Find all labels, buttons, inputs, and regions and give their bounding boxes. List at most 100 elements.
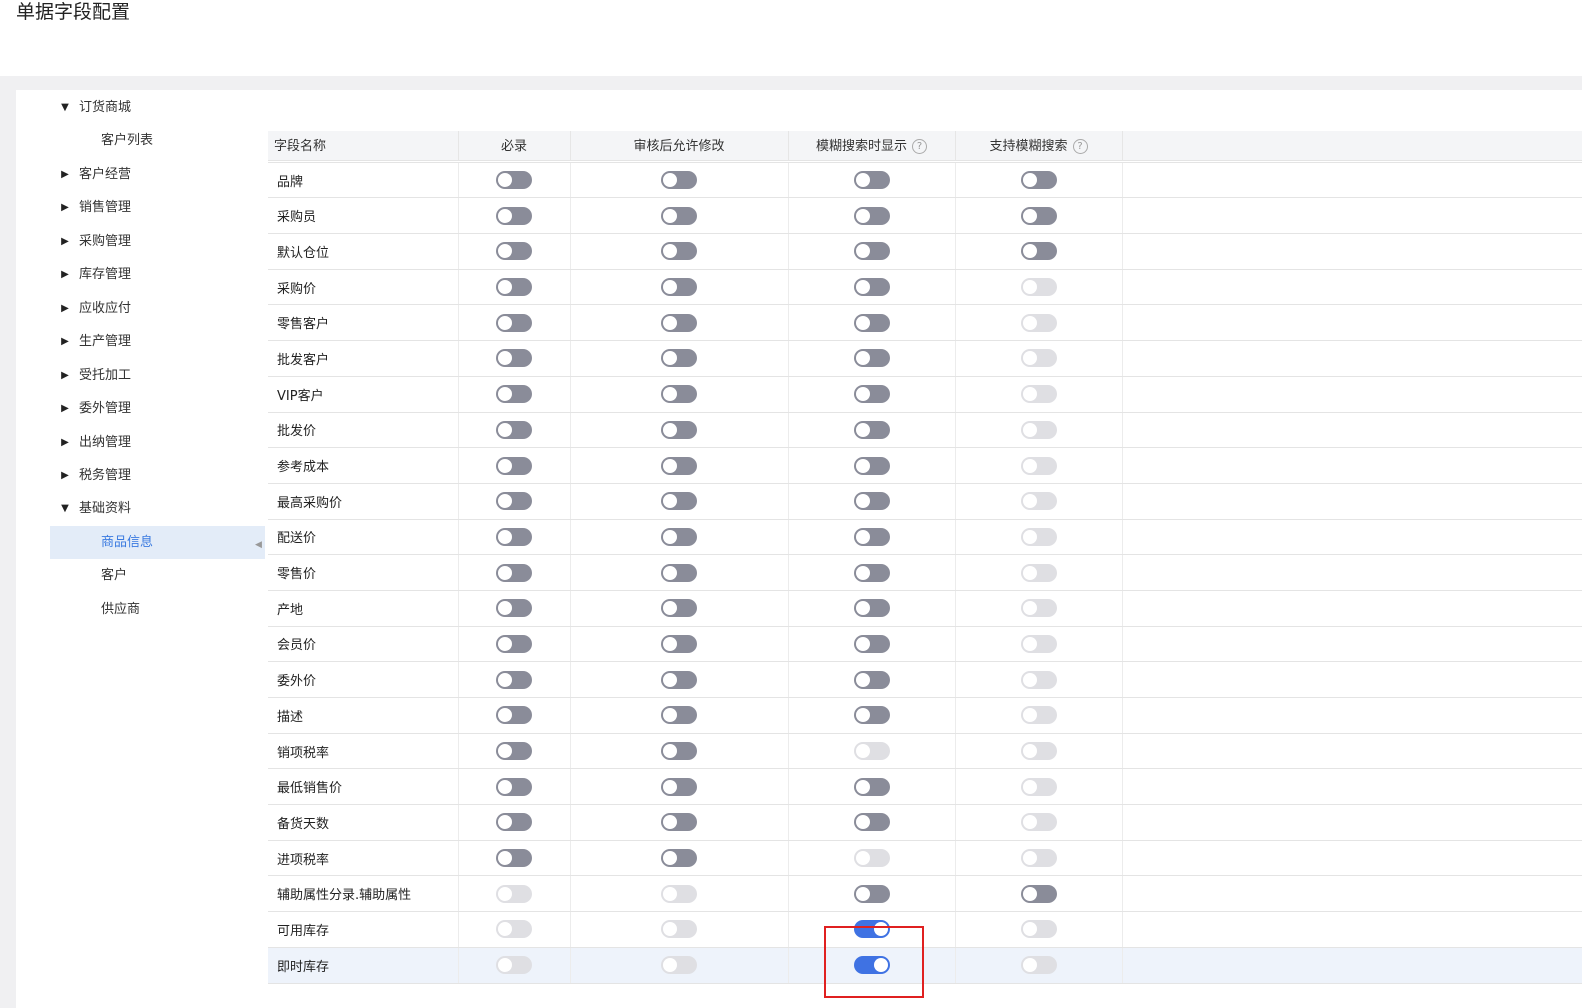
edit-after-audit-toggle[interactable] [661, 206, 697, 225]
required-toggle-cell [458, 769, 570, 804]
show-in-fuzzy-toggle[interactable] [853, 313, 890, 332]
caret-right-icon[interactable]: ▶ [59, 426, 71, 459]
show-in-fuzzy-toggle[interactable] [853, 420, 890, 439]
required-toggle[interactable] [496, 742, 532, 761]
required-toggle[interactable] [496, 849, 532, 868]
table-row: 进项税率 [268, 840, 1582, 877]
show-in-fuzzy-toggle[interactable] [853, 385, 890, 404]
edit-after-audit-toggle[interactable] [661, 777, 697, 796]
edit-after-audit-toggle[interactable] [661, 634, 697, 653]
show-in-fuzzy-toggle[interactable] [853, 349, 890, 368]
show-in-fuzzy-toggle[interactable] [853, 242, 890, 261]
caret-right-icon[interactable]: ▶ [59, 225, 71, 258]
required-toggle-cell [458, 234, 570, 269]
support-fuzzy-toggle [1020, 420, 1057, 439]
show-in-fuzzy-toggle[interactable] [853, 278, 890, 297]
required-toggle[interactable] [496, 171, 532, 190]
support-fuzzy-toggle-cell [955, 413, 1122, 448]
required-toggle[interactable] [496, 349, 532, 368]
sidebar-item-label: 客户列表 [101, 133, 154, 149]
show-in-fuzzy-toggle[interactable] [853, 206, 890, 225]
support-fuzzy-toggle[interactable] [1020, 242, 1057, 261]
required-toggle[interactable] [496, 206, 532, 225]
show-in-fuzzy-toggle[interactable] [853, 634, 890, 653]
page-header: 单据字段配置 [0, 0, 1582, 76]
help-icon[interactable]: ? [912, 139, 927, 154]
caret-right-icon[interactable]: ▶ [59, 158, 71, 191]
required-toggle-cell [458, 912, 570, 947]
show-in-fuzzy-toggle[interactable] [853, 599, 890, 618]
edit-after-audit-toggle[interactable] [661, 599, 697, 618]
edit-after-audit-toggle[interactable] [661, 742, 697, 761]
required-toggle-cell [458, 591, 570, 626]
support-fuzzy-toggle [1020, 278, 1057, 297]
required-toggle[interactable] [496, 242, 532, 261]
edit-after-audit-toggle-cell [570, 163, 788, 198]
required-toggle[interactable] [496, 313, 532, 332]
show-in-fuzzy-toggle[interactable] [853, 813, 890, 832]
show-in-fuzzy-toggle[interactable] [853, 884, 890, 903]
required-toggle[interactable] [496, 813, 532, 832]
edit-after-audit-toggle-cell [570, 662, 788, 697]
edit-after-audit-toggle[interactable] [661, 349, 697, 368]
caret-right-icon[interactable]: ▶ [59, 392, 71, 425]
caret-down-icon[interactable]: ▼ [59, 91, 71, 124]
required-toggle[interactable] [496, 563, 532, 582]
show-in-fuzzy-toggle[interactable] [853, 777, 890, 796]
show-in-fuzzy-toggle[interactable] [853, 563, 890, 582]
required-toggle[interactable] [496, 278, 532, 297]
edit-after-audit-toggle[interactable] [661, 242, 697, 261]
required-toggle[interactable] [496, 706, 532, 725]
show-in-fuzzy-toggle[interactable] [853, 492, 890, 511]
edit-after-audit-toggle[interactable] [661, 670, 697, 689]
support-fuzzy-toggle[interactable] [1020, 171, 1057, 190]
caret-right-icon[interactable]: ▶ [59, 292, 71, 325]
table-row: VIP客户 [268, 376, 1582, 413]
edit-after-audit-toggle-cell [570, 805, 788, 840]
show-in-fuzzy-toggle-cell [788, 591, 955, 626]
show-in-fuzzy-toggle [853, 849, 890, 868]
support-fuzzy-toggle[interactable] [1020, 206, 1057, 225]
required-toggle[interactable] [496, 670, 532, 689]
edit-after-audit-toggle[interactable] [661, 492, 697, 511]
show-in-fuzzy-toggle-cell [788, 341, 955, 376]
field-name: 描述 [277, 709, 304, 725]
show-in-fuzzy-toggle[interactable] [853, 527, 890, 546]
required-toggle-cell [458, 341, 570, 376]
edit-after-audit-toggle[interactable] [661, 385, 697, 404]
caret-right-icon[interactable]: ▶ [59, 459, 71, 492]
required-toggle[interactable] [496, 599, 532, 618]
required-toggle[interactable] [496, 777, 532, 796]
required-toggle[interactable] [496, 385, 532, 404]
required-toggle[interactable] [496, 634, 532, 653]
required-toggle[interactable] [496, 527, 532, 546]
support-fuzzy-toggle[interactable] [1020, 884, 1057, 903]
edit-after-audit-toggle[interactable] [661, 456, 697, 475]
caret-right-icon[interactable]: ▶ [59, 191, 71, 224]
sidebar-item[interactable]: 商品信息 [50, 525, 265, 559]
show-in-fuzzy-toggle[interactable] [853, 171, 890, 190]
show-in-fuzzy-toggle[interactable] [853, 670, 890, 689]
required-toggle[interactable] [496, 420, 532, 439]
support-fuzzy-toggle [1020, 956, 1057, 975]
required-toggle-cell [458, 555, 570, 590]
edit-after-audit-toggle[interactable] [661, 420, 697, 439]
edit-after-audit-toggle[interactable] [661, 849, 697, 868]
show-in-fuzzy-toggle[interactable] [853, 456, 890, 475]
edit-after-audit-toggle[interactable] [661, 813, 697, 832]
help-icon[interactable]: ? [1072, 139, 1088, 154]
caret-right-icon[interactable]: ▶ [59, 325, 71, 358]
required-toggle[interactable] [496, 492, 532, 511]
edit-after-audit-toggle[interactable] [661, 313, 697, 332]
caret-right-icon[interactable]: ▶ [59, 359, 71, 392]
caret-down-icon[interactable]: ▼ [59, 492, 71, 525]
show-in-fuzzy-toggle[interactable] [853, 706, 890, 725]
edit-after-audit-toggle[interactable] [661, 563, 697, 582]
required-toggle[interactable] [496, 456, 532, 475]
caret-right-icon[interactable]: ▶ [59, 258, 71, 291]
edit-after-audit-toggle[interactable] [661, 171, 697, 190]
edit-after-audit-toggle[interactable] [661, 278, 697, 297]
required-toggle-cell [458, 662, 570, 697]
edit-after-audit-toggle[interactable] [661, 706, 697, 725]
edit-after-audit-toggle[interactable] [661, 527, 697, 546]
